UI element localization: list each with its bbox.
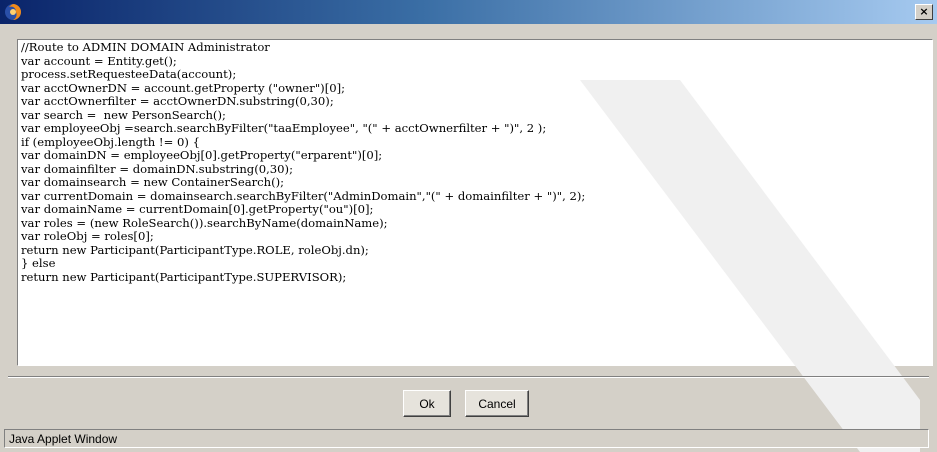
title-bar[interactable]: × [0,0,937,24]
firefox-icon [5,4,21,20]
script-editor-frame: //Route to ADMIN DOMAIN Administrator va… [17,39,933,366]
separator [8,376,929,378]
close-button[interactable]: × [915,4,933,20]
script-textarea[interactable]: //Route to ADMIN DOMAIN Administrator va… [18,40,932,365]
status-text: Java Applet Window [9,432,118,446]
status-bar: Java Applet Window [4,429,929,448]
ok-button[interactable]: Ok [403,390,451,417]
cancel-button[interactable]: Cancel [465,390,529,417]
